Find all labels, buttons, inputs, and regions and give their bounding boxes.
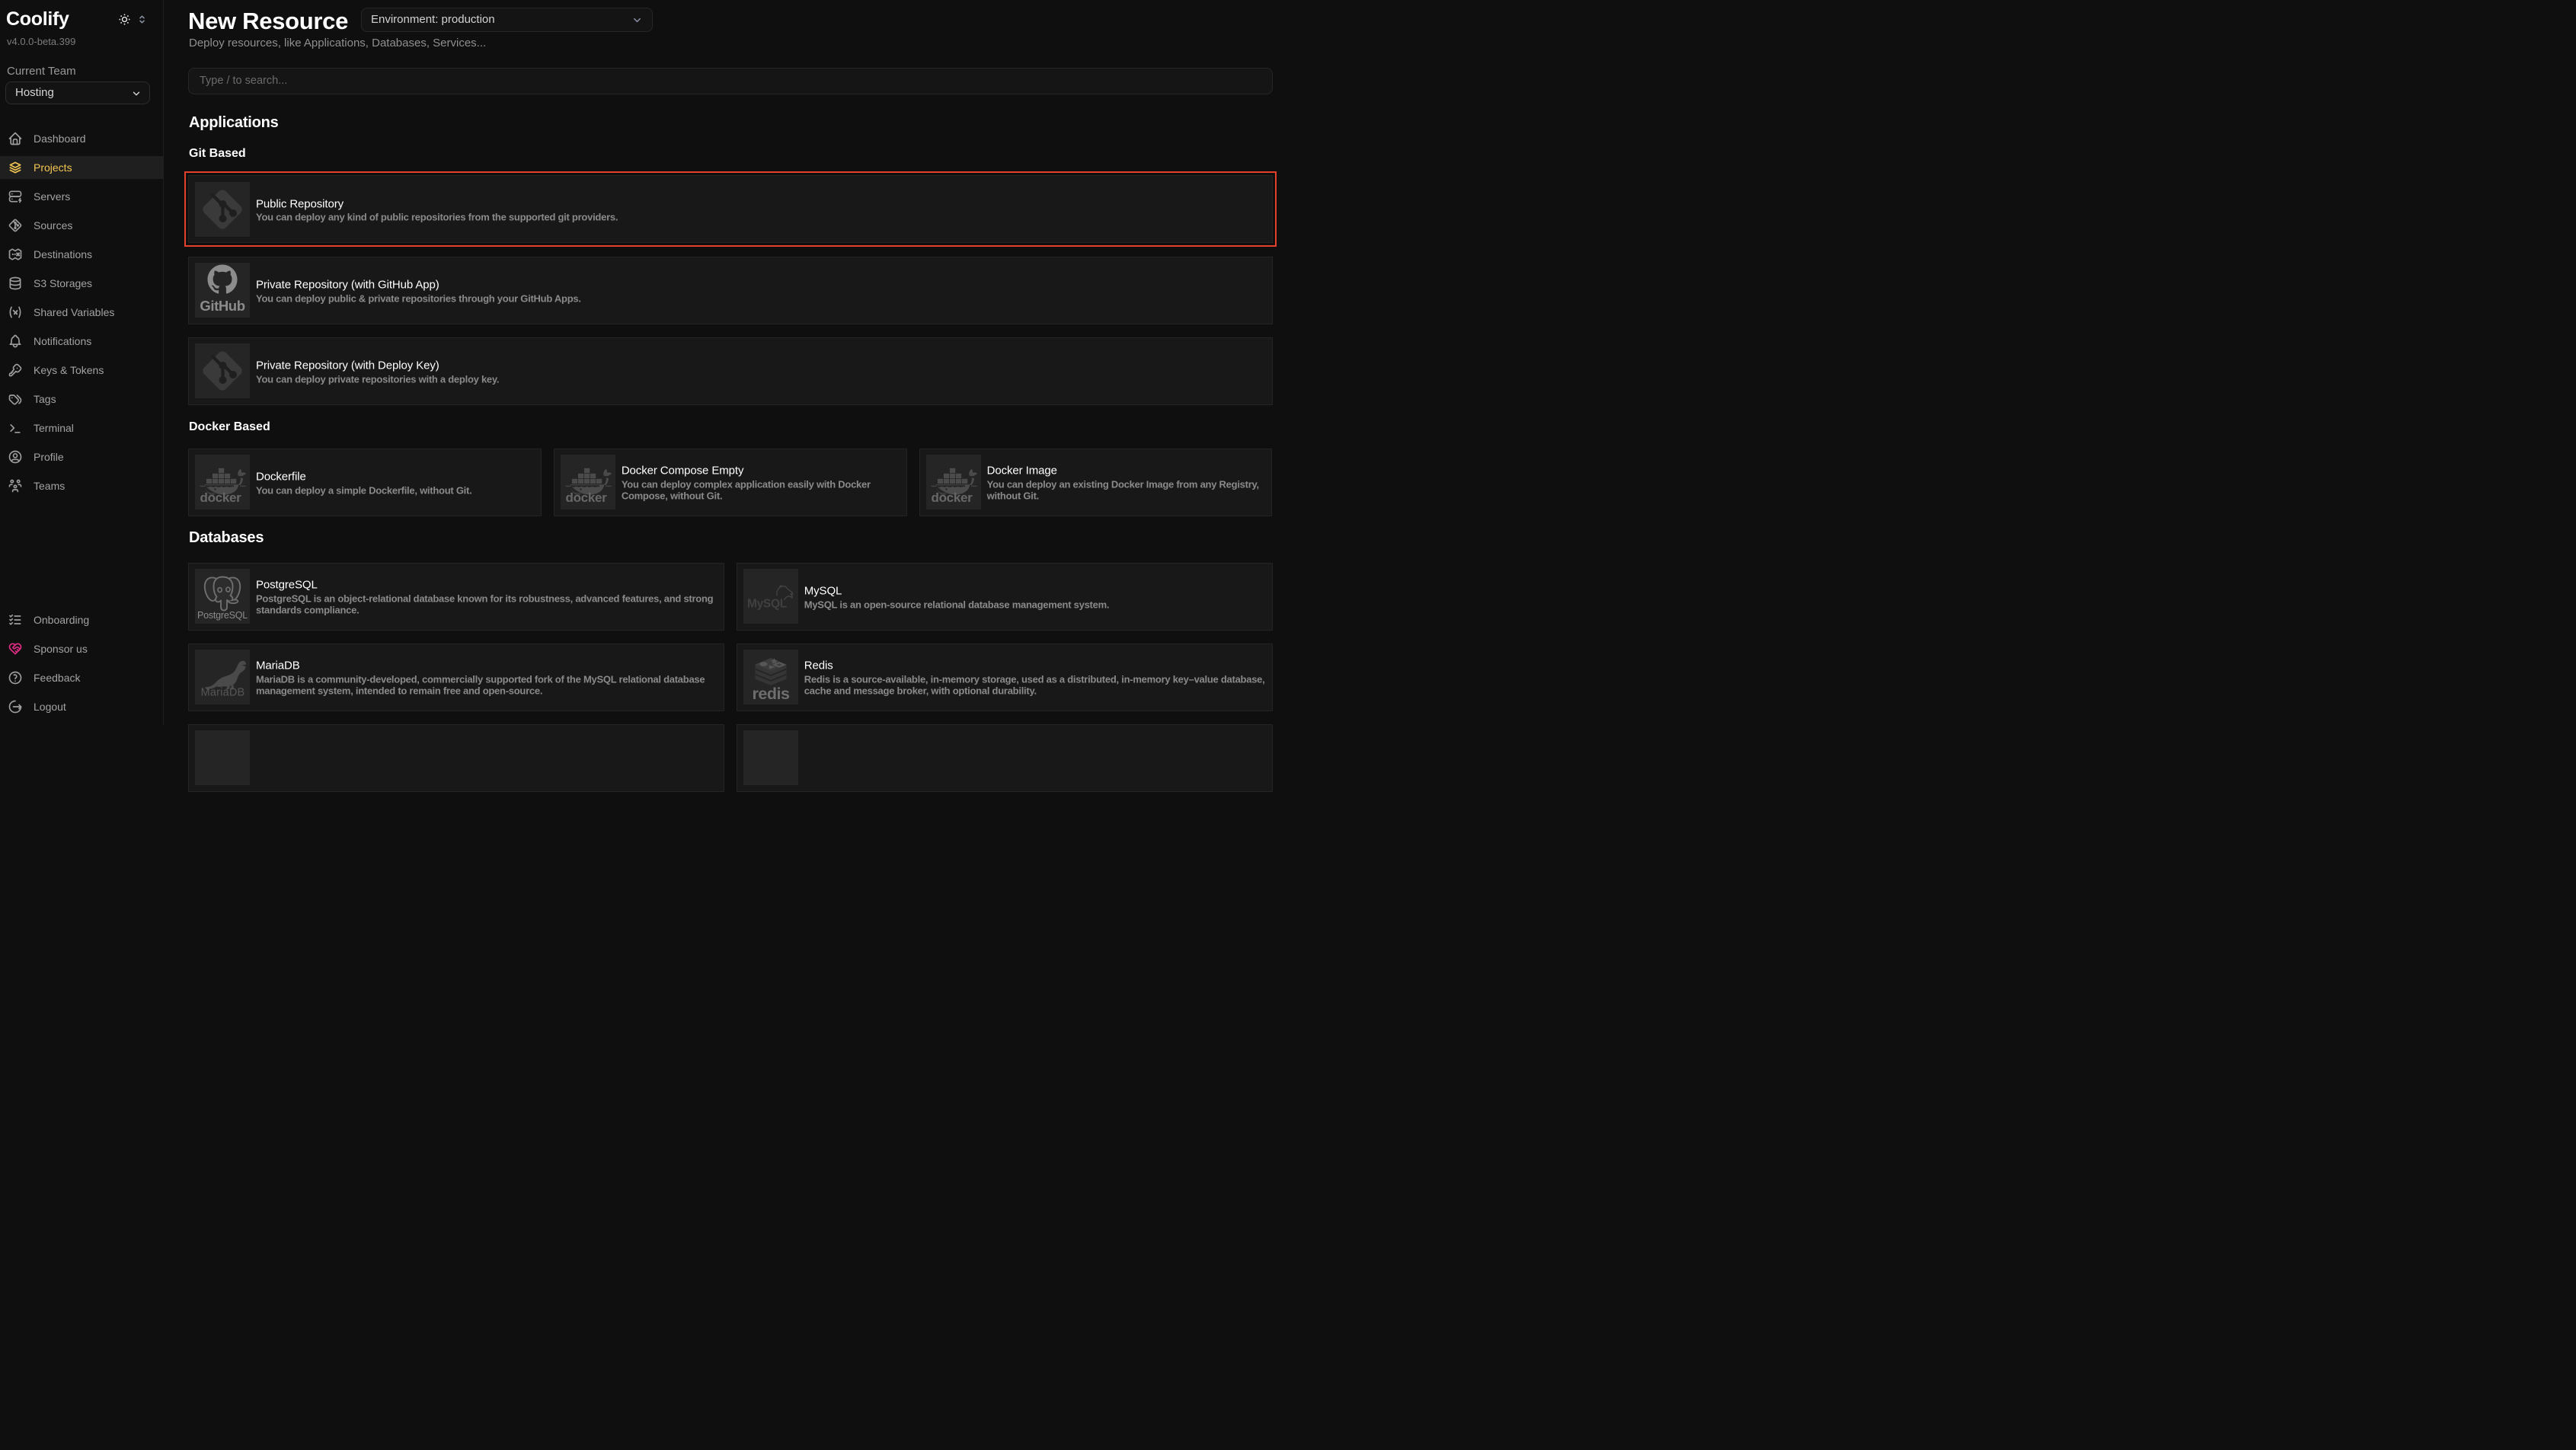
- svg-text:docker: docker: [200, 490, 242, 505]
- svg-text:redis: redis: [752, 685, 789, 703]
- svg-text:MySQL: MySQL: [747, 598, 787, 611]
- svg-text:docker: docker: [565, 490, 607, 505]
- svg-text:MariaDB: MariaDB: [201, 687, 245, 699]
- svg-text:GitHub: GitHub: [200, 298, 244, 314]
- svg-text:docker: docker: [931, 490, 973, 505]
